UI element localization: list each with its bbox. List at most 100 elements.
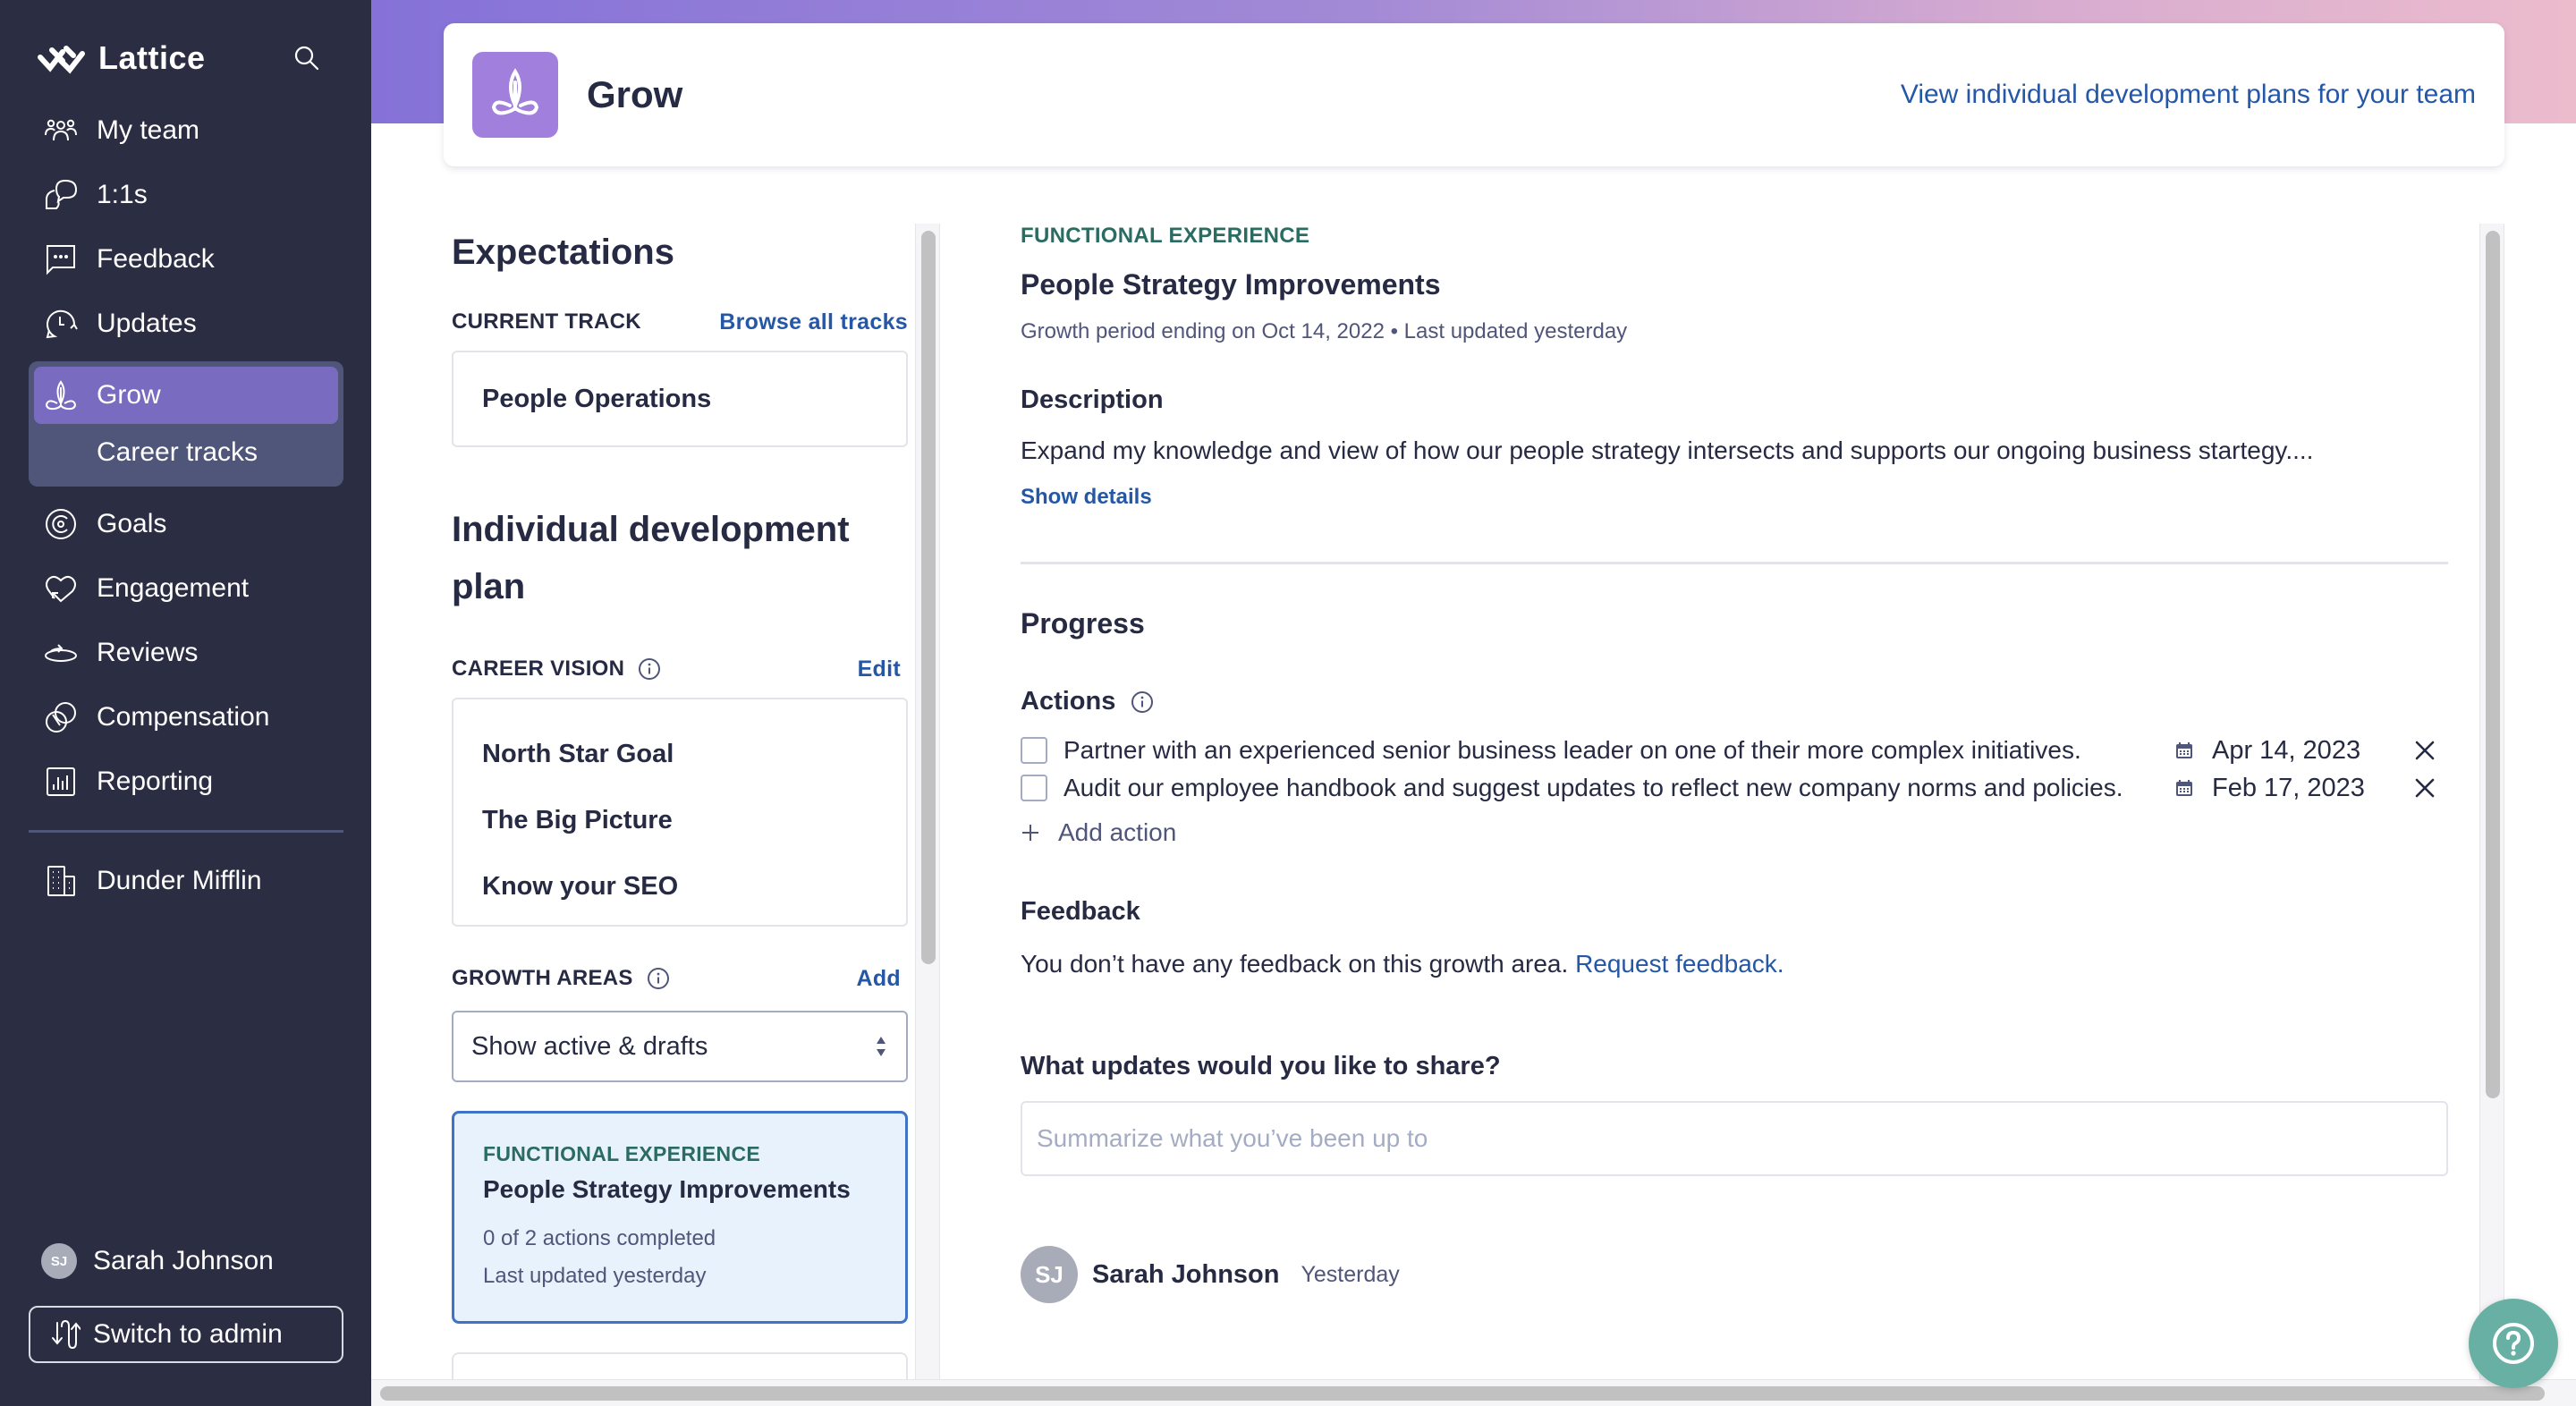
- sidebar-item-label: Compensation: [97, 702, 270, 732]
- sidebar-item-reporting[interactable]: Reporting: [29, 750, 343, 814]
- calendar-icon: [2176, 742, 2192, 758]
- vision-item: North Star Goal: [482, 740, 674, 768]
- current-user[interactable]: SJ Sarah Johnson: [41, 1243, 274, 1279]
- sidebar-item-compensation[interactable]: Compensation: [29, 685, 343, 750]
- action-checkbox[interactable]: [1021, 775, 1047, 801]
- chat-bubbles-icon: [43, 177, 79, 213]
- page-title: Grow: [587, 73, 683, 115]
- sidebar-item-goals[interactable]: Goals: [29, 492, 343, 556]
- add-action-button[interactable]: Add action: [1021, 818, 2448, 847]
- reviews-icon: [43, 635, 79, 671]
- sidebar-item-label: Reporting: [97, 767, 214, 796]
- engagement-icon: [43, 571, 79, 606]
- view-team-idps-link[interactable]: View individual development plans for yo…: [1901, 80, 2476, 110]
- left-panel-scrollbar[interactable]: [915, 224, 940, 1379]
- feedback-icon: [43, 241, 79, 277]
- update-input[interactable]: [1021, 1101, 2448, 1176]
- search-icon[interactable]: [292, 43, 322, 73]
- feedback-text: You don’t have any feedback on this grow…: [1021, 950, 1569, 978]
- sidebar-item-label: 1:1s: [97, 180, 148, 209]
- detail-category: FUNCTIONAL EXPERIENCE: [1021, 224, 1310, 248]
- feedback-heading: Feedback: [1021, 897, 1140, 926]
- idp-heading: Individual development plan: [452, 510, 850, 606]
- lattice-logo[interactable]: Lattice: [36, 39, 206, 77]
- sidebar-item-updates[interactable]: Updates: [29, 292, 343, 356]
- sidebar-item-label: Reviews: [97, 638, 199, 667]
- current-track-card[interactable]: People Operations: [452, 351, 908, 447]
- update-post: SJ Sarah Johnson Yesterday: [1021, 1246, 2448, 1303]
- remove-action-icon[interactable]: [2412, 738, 2437, 763]
- sidebar-item-company[interactable]: Dunder Mifflin: [29, 849, 343, 913]
- sidebar-item-grow[interactable]: Grow: [34, 367, 338, 424]
- plus-icon: [1022, 825, 1038, 841]
- sidebar-item-label: Updates: [97, 309, 197, 338]
- sidebar-item-career-tracks[interactable]: Career tracks: [34, 424, 338, 481]
- request-feedback-link[interactable]: Request feedback.: [1575, 950, 1784, 978]
- help-button[interactable]: [2469, 1299, 2558, 1388]
- vision-item: Know your SEO: [482, 872, 679, 901]
- growth-areas-header: GROWTH AREAS Add: [452, 961, 908, 996]
- growth-area-detail: ••• FUNCTIONAL EXPERIENCE People Strateg…: [1021, 224, 2448, 1303]
- actions-header: Actions: [1021, 687, 2448, 716]
- sidebar-group-grow: Grow Career tracks: [29, 361, 343, 487]
- section-divider: [1021, 562, 2448, 564]
- sidebar-item-feedback[interactable]: Feedback: [29, 227, 343, 292]
- action-due-date[interactable]: Feb 17, 2023: [2174, 774, 2365, 803]
- compensation-icon: [43, 699, 79, 735]
- growth-area-card-selected[interactable]: FUNCTIONAL EXPERIENCE People Strategy Im…: [452, 1111, 908, 1324]
- left-panel-scroll-thumb[interactable]: [921, 231, 936, 964]
- growth-area-title: People Strategy Improvements: [483, 1175, 851, 1203]
- sidebar-item-1-1s[interactable]: 1:1s: [29, 163, 343, 227]
- sidebar-item-label: Dunder Mifflin: [97, 866, 262, 895]
- reporting-icon: [43, 764, 79, 800]
- action-text[interactable]: Partner with an experienced senior busin…: [1063, 733, 2137, 768]
- avatar: SJ: [41, 1243, 77, 1279]
- current-track-name: People Operations: [482, 384, 712, 413]
- right-panel-scroll-thumb[interactable]: [2486, 231, 2500, 1098]
- growth-areas-label: GROWTH AREAS: [452, 966, 633, 990]
- expectations-heading: Expectations: [452, 233, 674, 272]
- remove-action-icon[interactable]: [2412, 775, 2437, 800]
- horizontal-scroll-thumb[interactable]: [380, 1386, 2545, 1401]
- info-icon[interactable]: [646, 966, 671, 991]
- action-text[interactable]: Audit our employee handbook and suggest …: [1063, 770, 2137, 806]
- building-icon: [43, 863, 79, 899]
- action-item: Partner with an experienced senior busin…: [1021, 733, 2448, 768]
- info-icon[interactable]: [1130, 690, 1155, 715]
- switch-to-admin-label: Switch to admin: [93, 1319, 283, 1349]
- sidebar-divider: [29, 830, 343, 833]
- due-date-value: Apr 14, 2023: [2212, 735, 2361, 765]
- right-panel-scrollbar[interactable]: [2479, 224, 2504, 1379]
- sidebar-item-my-team[interactable]: My team: [29, 98, 343, 163]
- growth-area-updated: Last updated yesterday: [483, 1264, 707, 1288]
- sidebar-item-reviews[interactable]: Reviews: [29, 621, 343, 685]
- sidebar-item-label: My team: [97, 115, 200, 145]
- sidebar-item-engagement[interactable]: Engagement: [29, 556, 343, 621]
- switch-to-admin-button[interactable]: Switch to admin: [29, 1306, 343, 1363]
- sidebar-nav: My team 1:1s Feedback Updates Grow Caree…: [29, 98, 343, 913]
- info-icon[interactable]: [637, 656, 662, 682]
- career-vision-card[interactable]: North Star Goal The Big Picture Know you…: [452, 698, 908, 927]
- add-growth-area-link[interactable]: Add: [857, 966, 902, 992]
- action-item: Audit our employee handbook and suggest …: [1021, 770, 2448, 806]
- select-arrows-icon: [877, 1037, 886, 1056]
- browse-all-tracks-link[interactable]: Browse all tracks: [719, 309, 908, 335]
- career-vision-label: CAREER VISION: [452, 656, 625, 681]
- action-checkbox[interactable]: [1021, 737, 1047, 764]
- lattice-logo-icon: [38, 46, 85, 74]
- action-due-date[interactable]: Apr 14, 2023: [2174, 736, 2360, 766]
- show-details-link[interactable]: Show details: [1021, 485, 1152, 510]
- goals-icon: [43, 506, 79, 542]
- main-content: Grow View individual development plans f…: [371, 0, 2576, 1406]
- current-track-label: CURRENT TRACK: [452, 309, 641, 334]
- progress-heading: Progress: [1021, 607, 1145, 639]
- horizontal-scrollbar[interactable]: [371, 1379, 2576, 1406]
- growth-area-category: FUNCTIONAL EXPERIENCE: [483, 1142, 761, 1165]
- updates-icon: [43, 306, 79, 342]
- edit-career-vision-link[interactable]: Edit: [858, 656, 901, 682]
- team-icon: [43, 113, 79, 148]
- growth-area-filter-select[interactable]: Show active & drafts: [452, 1011, 908, 1082]
- growth-area-progress: 0 of 2 actions completed: [483, 1226, 716, 1250]
- sidebar-item-label: Engagement: [97, 573, 250, 603]
- grow-icon: [43, 377, 79, 413]
